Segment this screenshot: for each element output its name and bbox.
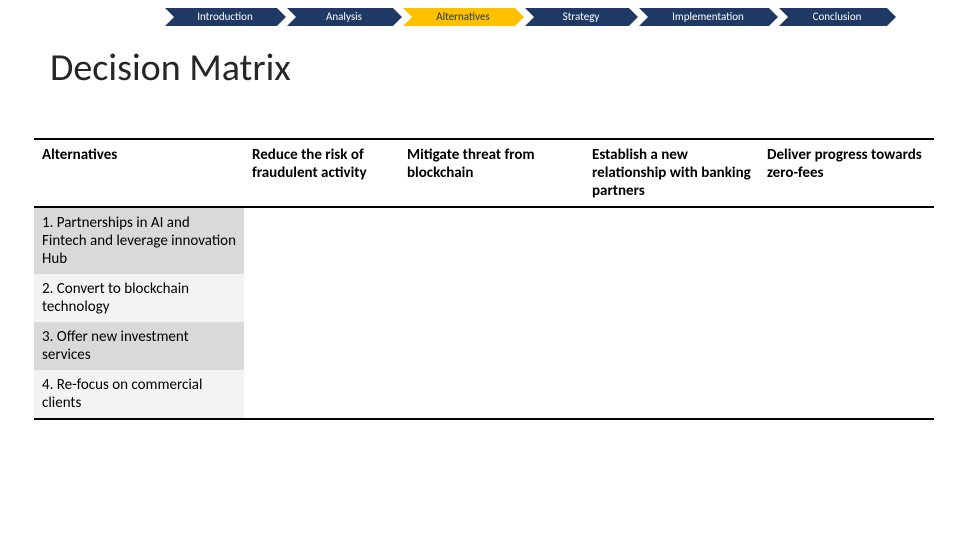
- cell: [759, 370, 934, 419]
- page-title: Decision Matrix: [50, 45, 291, 91]
- table-row: 4. Re-focus on commercial clients: [34, 370, 934, 419]
- cell: [244, 322, 399, 370]
- table-row: 2. Convert to blockchain technology: [34, 274, 934, 322]
- cell: [584, 274, 759, 322]
- cell: [244, 370, 399, 419]
- matrix-criterion-3: Establish a new relationship with bankin…: [584, 139, 759, 207]
- cell: [584, 322, 759, 370]
- matrix-criterion-1: Reduce the risk of fraudulent activity: [244, 139, 399, 207]
- nav-step-conclusion: Conclusion: [779, 8, 887, 26]
- table-row: 3. Offer new investment services: [34, 322, 934, 370]
- row-name: 4. Re-focus on commercial clients: [34, 370, 244, 419]
- cell: [399, 322, 584, 370]
- progress-nav: Introduction Analysis Alternatives Strat…: [165, 8, 897, 26]
- cell: [399, 370, 584, 419]
- matrix-criterion-2: Mitigate threat from blockchain: [399, 139, 584, 207]
- cell: [759, 322, 934, 370]
- row-name: 2. Convert to blockchain technology: [34, 274, 244, 322]
- matrix-corner-header: Alternatives: [34, 139, 244, 207]
- matrix-criterion-4: Deliver progress towards zero-fees: [759, 139, 934, 207]
- decision-matrix-table: Alternatives Reduce the risk of fraudule…: [34, 138, 934, 420]
- cell: [584, 370, 759, 419]
- cell: [244, 274, 399, 322]
- cell: [399, 274, 584, 322]
- cell: [759, 274, 934, 322]
- nav-step-analysis: Analysis: [287, 8, 393, 26]
- table-row: 1. Partnerships in AI and Fintech and le…: [34, 207, 934, 274]
- cell: [584, 207, 759, 274]
- cell: [244, 207, 399, 274]
- cell: [399, 207, 584, 274]
- nav-step-implementation: Implementation: [639, 8, 769, 26]
- nav-step-strategy: Strategy: [525, 8, 629, 26]
- row-name: 3. Offer new investment services: [34, 322, 244, 370]
- row-name: 1. Partnerships in AI and Fintech and le…: [34, 207, 244, 274]
- nav-step-introduction: Introduction: [165, 8, 277, 26]
- nav-step-alternatives: Alternatives: [403, 8, 515, 26]
- cell: [759, 207, 934, 274]
